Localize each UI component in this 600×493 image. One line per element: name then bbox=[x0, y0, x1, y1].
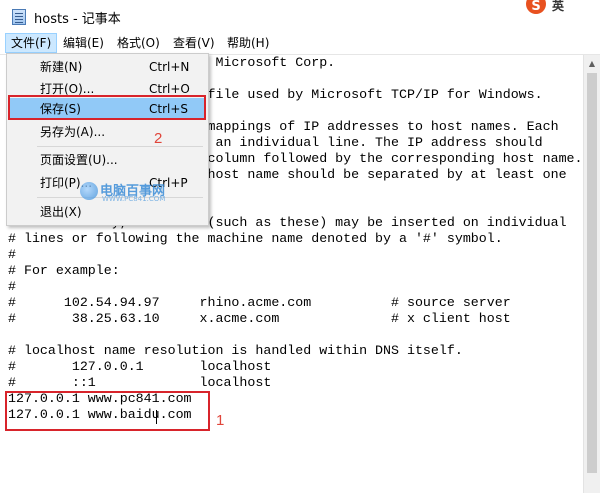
scroll-thumb[interactable] bbox=[587, 73, 597, 473]
editor-line: # lines or following the machine name de… bbox=[8, 231, 503, 246]
ime-mode-label: 英 bbox=[552, 0, 565, 13]
watermark-url: WWW.PC841.COM bbox=[102, 195, 166, 203]
menu-separator bbox=[37, 146, 203, 147]
window-title: hosts - 记事本 bbox=[34, 12, 121, 27]
ime-badge[interactable]: S 英 bbox=[526, 0, 600, 14]
menu-item-save-as[interactable]: 另存为(A)... bbox=[9, 121, 206, 143]
annotation-box-save bbox=[8, 95, 206, 120]
title-bar: hosts - 记事本 S 英 bbox=[0, 0, 600, 32]
menu-item-shortcut: Ctrl+N bbox=[149, 60, 190, 74]
editor-line: # 102.54.94.97 rhino.acme.com # source s… bbox=[8, 295, 511, 310]
menu-bar: 文件(F) 编辑(E) 格式(O) 查看(V) 帮助(H) bbox=[0, 32, 600, 55]
menu-item-label: 退出(X) bbox=[40, 205, 82, 219]
editor-line: # 127.0.0.1 localhost bbox=[8, 359, 272, 374]
menu-edit[interactable]: 编辑(E) bbox=[58, 34, 109, 52]
editor-line: # bbox=[8, 279, 16, 294]
menu-item-label: 新建(N) bbox=[40, 60, 83, 74]
menu-view[interactable]: 查看(V) bbox=[168, 34, 220, 52]
editor-line: # bbox=[8, 247, 16, 262]
vertical-scrollbar[interactable]: ▲ bbox=[583, 55, 600, 493]
menu-format[interactable]: 格式(O) bbox=[112, 34, 165, 52]
menu-item-page-setup[interactable]: 页面设置(U)... bbox=[9, 149, 206, 171]
sogou-icon: S bbox=[526, 0, 546, 14]
menu-item-label: 页面设置(U)... bbox=[40, 153, 118, 167]
menu-help[interactable]: 帮助(H) bbox=[222, 34, 274, 52]
menu-item-new[interactable]: 新建(N) Ctrl+N bbox=[9, 56, 206, 78]
notepad-icon bbox=[12, 9, 26, 25]
editor-line: # 38.25.63.10 x.acme.com # x client host bbox=[8, 311, 511, 326]
annotation-box-hosts bbox=[5, 391, 210, 431]
editor-line: # ::1 localhost bbox=[8, 375, 272, 390]
watermark-logo-icon bbox=[80, 182, 98, 200]
menu-item-label: 另存为(A)... bbox=[40, 125, 106, 139]
editor-line: # For example: bbox=[8, 263, 120, 278]
annotation-step-2: 2 bbox=[154, 130, 163, 147]
editor-line: # localhost name resolution is handled w… bbox=[8, 343, 463, 358]
site-watermark: 电脑百事网 WWW.PC841.COM bbox=[80, 180, 200, 210]
annotation-step-1: 1 bbox=[216, 412, 225, 429]
menu-file[interactable]: 文件(F) bbox=[5, 33, 58, 53]
scroll-up-arrow-icon[interactable]: ▲ bbox=[584, 55, 600, 72]
